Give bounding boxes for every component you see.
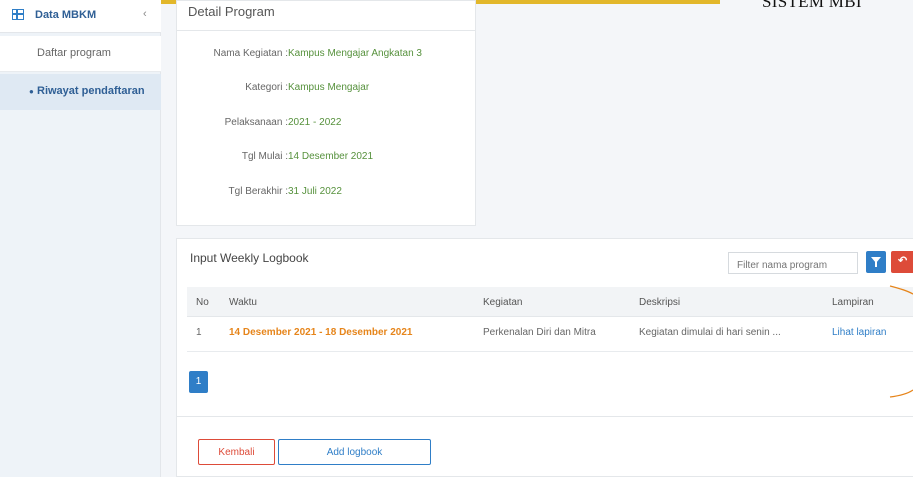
detail-label: Nama Kegiatan : (213, 48, 289, 59)
divider (177, 416, 913, 417)
column-header-no: No (196, 297, 209, 308)
detail-value: Kampus Mengajar (288, 82, 370, 93)
detail-card-header: Detail Program (177, 1, 475, 31)
cell-waktu: 14 Desember 2021 - 18 Desember 2021 (229, 327, 413, 338)
brand-title: SISTEM MBI (762, 0, 862, 11)
sidebar-header-label: Data MBKM (35, 9, 97, 21)
sidebar-item-riwayat-pendaftaran[interactable]: ● Riwayat pendaftaran (0, 74, 161, 110)
column-header-deskripsi: Deskripsi (639, 297, 681, 308)
column-header-kegiatan: Kegiatan (483, 297, 523, 308)
detail-value: 2021 - 2022 (288, 117, 342, 128)
undo-icon: ↶ (898, 255, 908, 267)
detail-row-pelaksanaan: Pelaksanaan : 2021 - 2022 (177, 117, 477, 131)
detail-row-tgl-mulai: Tgl Mulai : 14 Desember 2021 (177, 151, 477, 165)
sidebar-item-label: Daftar program (37, 47, 111, 59)
detail-row-nama-kegiatan: Nama Kegiatan : Kampus Mengajar Angkatan… (177, 48, 477, 62)
column-header-waktu: Waktu (229, 297, 257, 308)
detail-label: Pelaksanaan : (224, 117, 288, 128)
detail-label: Tgl Berakhir : (228, 186, 288, 197)
grid-icon (12, 9, 24, 20)
active-dot-icon: ● (29, 87, 34, 96)
chevron-left-icon[interactable]: ‹ (143, 8, 147, 20)
detail-card-title: Detail Program (188, 4, 275, 19)
reset-filter-button[interactable]: ↶ (891, 251, 913, 273)
detail-row-tgl-berakhir: Tgl Berakhir : 31 Juli 2022 (177, 186, 477, 200)
sidebar-item-label: Riwayat pendaftaran (37, 85, 145, 97)
sidebar: Data MBKM ‹ Daftar program ● Riwayat pen… (0, 0, 161, 477)
table-header: No Waktu Kegiatan Deskripsi Lampiran (187, 287, 913, 317)
logbook-card: Input Weekly Logbook ↶ No Waktu Kegiatan… (176, 238, 913, 477)
cell-deskripsi: Kegiatan dimulai di hari senin ... (639, 327, 781, 338)
detail-value: 31 Juli 2022 (288, 186, 342, 197)
column-header-lampiran: Lampiran (832, 297, 874, 308)
cell-kegiatan: Perkenalan Diri dan Mitra (483, 327, 596, 338)
detail-row-kategori: Kategori : Kampus Mengajar (177, 82, 477, 96)
detail-program-card: Detail Program Nama Kegiatan : Kampus Me… (176, 0, 476, 226)
sidebar-menu-data-mbkm[interactable]: Data MBKM ‹ (0, 0, 161, 33)
add-logbook-button[interactable]: Add logbook (278, 439, 431, 465)
cell-no: 1 (196, 327, 202, 338)
logbook-title: Input Weekly Logbook (190, 251, 309, 265)
detail-label: Tgl Mulai : (241, 151, 288, 162)
sidebar-item-daftar-program[interactable]: Daftar program (0, 36, 161, 72)
detail-value: Kampus Mengajar Angkatan 3 (288, 48, 422, 59)
decorative-curve (889, 285, 913, 398)
filter-program-input[interactable] (728, 252, 858, 274)
detail-label: Kategori : (245, 82, 288, 93)
kembali-button[interactable]: Kembali (198, 439, 275, 465)
pagination-page-1[interactable]: 1 (189, 371, 208, 393)
detail-value: 14 Desember 2021 (288, 151, 374, 162)
table-row: 1 14 Desember 2021 - 18 Desember 2021 Pe… (187, 317, 913, 352)
filter-button[interactable] (866, 251, 886, 273)
